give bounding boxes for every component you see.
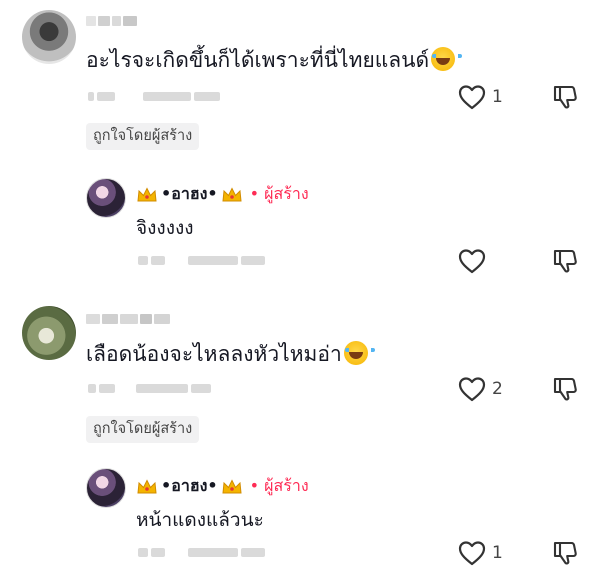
thumbs-down-icon bbox=[553, 85, 577, 109]
creator-avatar[interactable] bbox=[86, 468, 126, 508]
creator-badge: • ผู้สร้าง bbox=[249, 184, 309, 203]
thumbs-down-icon bbox=[553, 541, 577, 565]
creator-avatar[interactable] bbox=[86, 178, 126, 218]
like-count: 2 bbox=[492, 379, 503, 399]
liked-by-creator-label: ถูกใจโดยผู้สร้าง bbox=[86, 416, 200, 443]
commenter-username-blurred[interactable] bbox=[86, 314, 170, 324]
heart-outline-icon bbox=[458, 541, 486, 566]
dislike-button[interactable] bbox=[552, 376, 578, 406]
heart-outline-icon bbox=[458, 249, 486, 274]
thumbs-down-icon bbox=[553, 249, 577, 273]
reply-author[interactable]: •อาฮง• • ผู้สร้าง bbox=[136, 182, 309, 207]
crown-emoji bbox=[136, 478, 158, 496]
like-button[interactable] bbox=[458, 248, 492, 274]
tears-of-joy-emoji bbox=[343, 341, 375, 365]
like-button[interactable]: 1 bbox=[458, 84, 503, 110]
heart-outline-icon bbox=[458, 85, 486, 110]
comment-text: อะไรจะเกิดขึ้นก็ได้เพราะที่นี่ไทยแลนด์ bbox=[86, 44, 463, 77]
thumbs-down-icon bbox=[553, 377, 577, 401]
comment-text: เลือดน้องจะไหลลงหัวไหมอ่า bbox=[86, 338, 375, 371]
crown-emoji bbox=[136, 186, 158, 204]
comment-timestamp-blurred bbox=[88, 384, 211, 393]
like-button[interactable]: 2 bbox=[458, 376, 503, 402]
dislike-button[interactable] bbox=[552, 540, 578, 570]
like-button[interactable]: 1 bbox=[458, 540, 503, 566]
reply-author-name: •อาฮง• bbox=[161, 184, 218, 203]
liked-by-creator-label: ถูกใจโดยผู้สร้าง bbox=[86, 123, 200, 150]
reply-text: หน้าแดงแล้วนะ bbox=[136, 509, 264, 531]
commenter-username-blurred[interactable] bbox=[86, 16, 137, 26]
tears-of-joy-emoji bbox=[431, 47, 463, 71]
heart-outline-icon bbox=[458, 377, 486, 402]
reply-author[interactable]: •อาฮง• • ผู้สร้าง bbox=[136, 474, 309, 499]
crown-emoji bbox=[221, 186, 243, 204]
dislike-button[interactable] bbox=[552, 248, 578, 278]
comment-timestamp-blurred bbox=[88, 92, 220, 101]
like-count: 1 bbox=[492, 87, 503, 107]
like-count: 1 bbox=[492, 543, 503, 563]
crown-emoji bbox=[221, 478, 243, 496]
dislike-button[interactable] bbox=[552, 84, 578, 114]
reply-timestamp-blurred bbox=[138, 256, 265, 265]
commenter-avatar[interactable] bbox=[22, 306, 76, 360]
reply-author-name: •อาฮง• bbox=[161, 476, 218, 495]
reply-text: จิงงงงง bbox=[136, 217, 194, 239]
reply-timestamp-blurred bbox=[138, 548, 265, 557]
creator-badge: • ผู้สร้าง bbox=[249, 476, 309, 495]
commenter-avatar[interactable] bbox=[22, 10, 76, 64]
